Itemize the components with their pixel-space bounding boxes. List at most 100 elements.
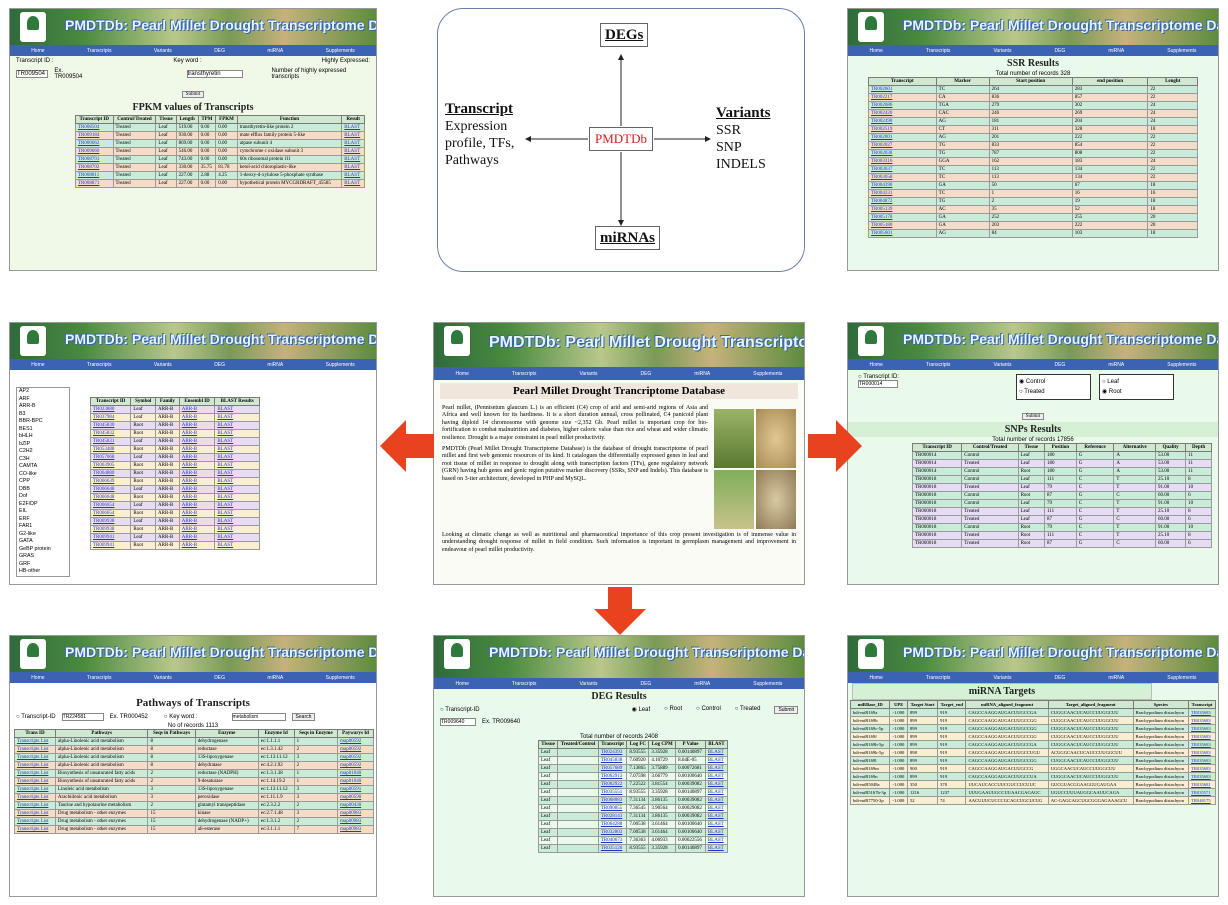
table-link[interactable]: TR066648	[89, 485, 132, 494]
table-link[interactable]: ARR-B	[178, 501, 216, 510]
radio-leaf[interactable]: ◉ Leaf	[632, 706, 651, 714]
radio-treated[interactable]: ○ Treated	[1019, 387, 1088, 397]
nav-transcripts[interactable]: Transcripts	[87, 362, 112, 368]
nav-variants[interactable]: Variants	[154, 48, 172, 54]
nav-supplements[interactable]: Supplements	[326, 48, 355, 54]
nav-variants[interactable]: Variants	[579, 681, 597, 687]
nav-home[interactable]: Home	[870, 48, 883, 54]
table-link[interactable]: BLAST	[341, 155, 365, 164]
table-link[interactable]: TR066654	[89, 509, 132, 518]
nav-home[interactable]: Home	[31, 48, 44, 54]
nav-supplements[interactable]: Supplements	[326, 675, 355, 681]
table-link[interactable]: TR069941	[89, 541, 132, 550]
nav-home[interactable]: Home	[870, 362, 883, 368]
table-link[interactable]: ARR-B	[178, 517, 216, 526]
table-link[interactable]: TR003658	[868, 173, 937, 182]
table-link[interactable]: TR004331	[868, 189, 937, 198]
table-link[interactable]: Transcripts List	[14, 761, 56, 770]
table-link[interactable]: ARR-B	[178, 469, 216, 478]
tf-family-option[interactable]: C2H2	[19, 448, 69, 456]
table-link[interactable]: map00592	[337, 745, 374, 754]
tf-family-option[interactable]: bZIP	[19, 441, 69, 449]
tf-family-option[interactable]: GeBP protein	[19, 546, 69, 554]
table-link[interactable]: TR040673	[597, 836, 628, 845]
table-link[interactable]: TR008701	[75, 155, 114, 164]
table-link[interactable]: map00430	[337, 801, 374, 810]
table-link[interactable]: TR005139	[868, 205, 937, 214]
nav-transcripts[interactable]: Transcripts	[87, 675, 112, 681]
table-link[interactable]: Transcripts List	[14, 785, 56, 794]
table-link[interactable]: TR005180	[868, 221, 937, 230]
nav-supplements[interactable]: Supplements	[1167, 675, 1196, 681]
table-link[interactable]: BLAST	[341, 179, 365, 188]
table-link[interactable]: TR090855	[597, 804, 628, 813]
nav-variants[interactable]: Variants	[154, 675, 172, 681]
table-link[interactable]: ARR-B	[178, 461, 216, 470]
table-link[interactable]: TR004872	[868, 197, 937, 206]
table-link[interactable]: BLAST	[214, 517, 260, 526]
table-link[interactable]: map01040	[337, 769, 374, 778]
table-link[interactable]: TR048175	[1188, 796, 1216, 805]
table-link[interactable]: TR064880	[89, 469, 132, 478]
nav-transcripts[interactable]: Transcripts	[87, 48, 112, 54]
nav-transcripts[interactable]: Transcripts	[926, 48, 951, 54]
kw-input[interactable]: transthyretin	[186, 70, 244, 78]
table-link[interactable]: TR008504	[75, 123, 114, 132]
table-link[interactable]: ARR-B	[178, 533, 216, 542]
table-link[interactable]: BLAST	[704, 788, 729, 797]
table-link[interactable]: TR035683	[1188, 772, 1216, 781]
table-link[interactable]: TR037984	[89, 413, 132, 422]
table-link[interactable]: TR045838	[597, 756, 628, 765]
table-link[interactable]: BLAST	[341, 131, 365, 140]
table-link[interactable]: ARR-B	[178, 485, 216, 494]
table-link[interactable]: BLAST	[341, 123, 365, 132]
table-link[interactable]: BLAST	[341, 139, 365, 148]
table-link[interactable]: BLAST	[214, 437, 260, 446]
nav-deg[interactable]: DEG	[1054, 675, 1065, 681]
nav-home[interactable]: Home	[456, 371, 469, 377]
table-link[interactable]: ARR-B	[178, 405, 216, 414]
radio-leaf[interactable]: ○ Leaf	[1102, 377, 1171, 387]
table-link[interactable]: TR002027	[868, 141, 937, 150]
nav-mirna[interactable]: miRNA	[694, 681, 710, 687]
table-link[interactable]: BLAST	[214, 533, 260, 542]
table-link[interactable]: TR035551	[597, 788, 628, 797]
nav-variants[interactable]: Variants	[154, 362, 172, 368]
table-link[interactable]: TR005178	[868, 213, 937, 222]
table-link[interactable]: ARR-B	[178, 477, 216, 486]
nav-transcripts[interactable]: Transcripts	[512, 371, 537, 377]
nav-deg[interactable]: DEG	[1054, 362, 1065, 368]
nav-mirna[interactable]: miRNA	[1108, 675, 1124, 681]
table-link[interactable]: ARR-B	[178, 445, 216, 454]
table-link[interactable]: BLAST	[704, 780, 729, 789]
table-link[interactable]: TR057689	[597, 764, 628, 773]
table-link[interactable]: TR023880	[89, 405, 132, 414]
table-link[interactable]: Transcripts List	[14, 817, 56, 826]
nav-home[interactable]: Home	[456, 681, 469, 687]
table-link[interactable]: BLAST	[214, 493, 260, 502]
nav-transcripts[interactable]: Transcripts	[926, 675, 951, 681]
table-link[interactable]: BLAST	[341, 163, 365, 172]
table-link[interactable]: TR057668	[89, 453, 132, 462]
deg-submit-button[interactable]: Submit	[774, 706, 798, 714]
deg-tid-input[interactable]: TR009640	[440, 718, 476, 726]
table-link[interactable]: TR069938	[89, 525, 132, 534]
table-link[interactable]: ARR-B	[178, 453, 216, 462]
nav-transcripts[interactable]: Transcripts	[926, 362, 951, 368]
table-link[interactable]: BLAST	[704, 804, 729, 813]
table-link[interactable]: TR035683	[1188, 724, 1216, 733]
tf-family-option[interactable]: AP2	[19, 388, 69, 396]
tf-family-option[interactable]: BES1	[19, 426, 69, 434]
nav-home[interactable]: Home	[31, 362, 44, 368]
table-link[interactable]: BLAST	[214, 453, 260, 462]
tf-family-option[interactable]: FAR1	[19, 523, 69, 531]
table-link[interactable]: TR035681	[1188, 780, 1216, 789]
table-link[interactable]: TR009184	[75, 131, 114, 140]
table-link[interactable]: BLAST	[214, 509, 260, 518]
table-link[interactable]: BLAST	[704, 772, 729, 781]
table-link[interactable]: map00591	[337, 785, 374, 794]
radio-root[interactable]: ○ Root	[664, 706, 682, 714]
table-link[interactable]: TR035683	[1188, 740, 1216, 749]
tf-family-option[interactable]: BBR-BPC	[19, 418, 69, 426]
tf-family-option[interactable]: ARF	[19, 396, 69, 404]
